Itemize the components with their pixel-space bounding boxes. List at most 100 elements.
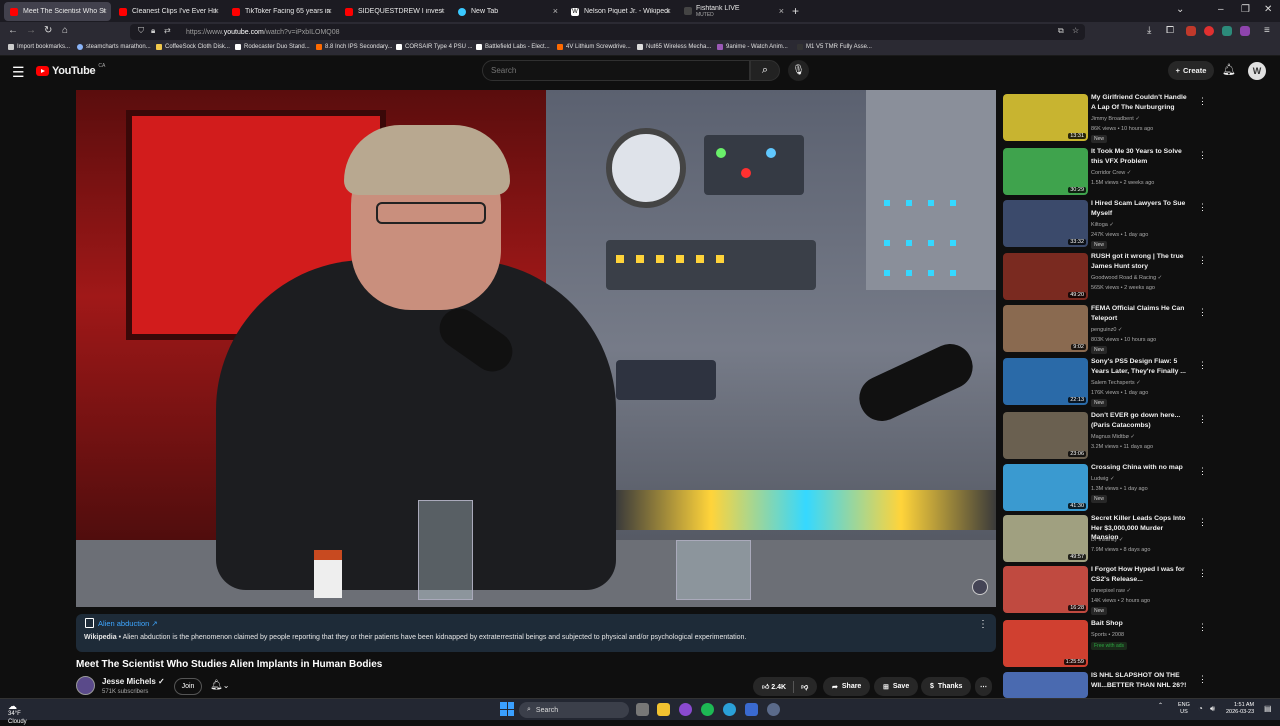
- recommended-video[interactable]: 13:31 My Girlfriend Couldn't Handle A La…: [1003, 93, 1273, 143]
- new-tab-button[interactable]: +: [792, 4, 799, 18]
- browser-icon[interactable]: [723, 703, 736, 716]
- more-actions-button[interactable]: ⋯: [975, 677, 992, 696]
- recommended-title[interactable]: I Forgot How Hyped I was for CS2's Relea…: [1091, 565, 1187, 584]
- video-player[interactable]: [76, 90, 996, 607]
- recommended-video[interactable]: 41:30 Crossing China with no map Ludwig …: [1003, 464, 1273, 512]
- permissions-icon[interactable]: ⇄: [164, 26, 171, 35]
- weather-widget[interactable]: ☁︎ 34°F Cloudy: [8, 702, 27, 726]
- browser-tab[interactable]: Fishtank LIVE MUTED ×: [678, 2, 788, 21]
- tray-chevron-icon[interactable]: ⌃: [1158, 702, 1163, 709]
- bookmark-item[interactable]: Import bookmarks...: [8, 44, 70, 50]
- start-menu-icon[interactable]: [500, 702, 514, 716]
- voice-search-button[interactable]: 🎙︎: [788, 60, 809, 81]
- recommended-video[interactable]: 49:57 Secret Killer Leads Cops Into Her …: [1003, 515, 1273, 563]
- picture-in-picture-icon[interactable]: ⧉: [1058, 26, 1064, 36]
- volume-icon[interactable]: 🔊︎: [1210, 704, 1215, 714]
- recommended-title[interactable]: I Hired Scam Lawyers To Sue Myself: [1091, 199, 1187, 218]
- save-button[interactable]: ⊞ Save: [874, 677, 919, 696]
- bookmark-item[interactable]: Battlefield Labs - Elect...: [476, 44, 550, 50]
- create-button[interactable]: + Create: [1168, 61, 1214, 80]
- video-thumbnail[interactable]: 41:30: [1003, 464, 1088, 511]
- tab-list-chevron-icon[interactable]: ⌄: [1176, 4, 1184, 15]
- share-button[interactable]: ➦ Share: [823, 677, 871, 696]
- menu-hamburger-icon[interactable]: ≡: [1264, 25, 1270, 36]
- subscription-bell-button[interactable]: 🔔︎⌄: [210, 680, 229, 691]
- channel-avatar[interactable]: [76, 676, 95, 695]
- browser-tab[interactable]: Meet The Scientist Who Studie×: [4, 2, 111, 21]
- bookmark-star-icon[interactable]: ☆: [1072, 26, 1079, 35]
- more-options-icon[interactable]: ⋮: [1198, 414, 1207, 425]
- forward-arrow-icon[interactable]: →: [26, 25, 36, 36]
- extension-icon[interactable]: [1222, 26, 1232, 36]
- recommended-title[interactable]: My Girlfriend Couldn't Handle A Lap Of T…: [1091, 93, 1187, 112]
- browser-tab[interactable]: New Tab ×: [452, 2, 562, 21]
- wifi-icon[interactable]: ◔: [1198, 704, 1203, 713]
- recommended-title[interactable]: IS NHL SLAPSHOT ON THE WII...BETTER THAN…: [1091, 672, 1187, 690]
- reload-icon[interactable]: ↻: [44, 25, 52, 36]
- extension-icon[interactable]: [1186, 26, 1196, 36]
- video-thumbnail[interactable]: 13:31: [1003, 94, 1088, 141]
- recommended-video[interactable]: 16:28 I Forgot How Hyped I was for CS2's…: [1003, 565, 1273, 615]
- close-tab-icon[interactable]: ×: [666, 6, 671, 16]
- bookmark-item[interactable]: CORSAIR Type 4 PSU ...: [396, 44, 473, 50]
- video-thumbnail[interactable]: 23:06: [1003, 412, 1088, 459]
- more-options-icon[interactable]: ⋮: [1198, 202, 1207, 213]
- more-options-icon[interactable]: ⋮: [1198, 568, 1207, 579]
- video-thumbnail[interactable]: 49:20: [1003, 253, 1088, 300]
- more-options-icon[interactable]: ⋮: [1198, 517, 1207, 528]
- close-tab-icon[interactable]: ×: [214, 6, 219, 16]
- join-button[interactable]: Join: [174, 678, 202, 695]
- close-tab-icon[interactable]: ×: [102, 6, 107, 16]
- app-icon[interactable]: [745, 703, 758, 716]
- account-avatar[interactable]: W: [1248, 62, 1266, 80]
- browser-tab[interactable]: SIDEQUESTDREW I investigate×: [339, 2, 449, 21]
- recommended-title[interactable]: It Took Me 30 Years to Solve this VFX Pr…: [1091, 147, 1187, 166]
- more-options-icon[interactable]: ⋮: [1198, 96, 1207, 107]
- channel-watermark-icon[interactable]: [972, 579, 988, 595]
- dislike-button[interactable]: 👎︎: [801, 682, 808, 691]
- settings-gear-icon[interactable]: [767, 703, 780, 716]
- lock-icon[interactable]: 🔒︎: [151, 26, 155, 36]
- bookmark-item[interactable]: Nut65 Wireless Mecha...: [637, 44, 711, 50]
- bookmark-item[interactable]: M1 V5 TMR Fully Asse...: [797, 44, 872, 50]
- like-button[interactable]: 👍︎ 2.4K: [762, 682, 786, 691]
- more-options-icon[interactable]: ⋮: [978, 619, 988, 630]
- notifications-bell-icon[interactable]: 🔔︎: [1222, 63, 1236, 76]
- recommended-video[interactable]: 23:06 Don't EVER go down here... (Paris …: [1003, 412, 1273, 460]
- recommended-video[interactable]: 33:32 I Hired Scam Lawyers To Sue Myself…: [1003, 199, 1273, 249]
- extension-icon[interactable]: [1240, 26, 1250, 36]
- recommended-title[interactable]: Sony's PS5 Design Flaw: 5 Years Later, T…: [1091, 357, 1187, 376]
- recommended-title[interactable]: FEMA Official Claims He Can Teleport: [1091, 304, 1187, 323]
- bookmark-item[interactable]: steamcharts marathon...: [77, 44, 151, 50]
- app-icon[interactable]: [679, 703, 692, 716]
- video-thumbnail[interactable]: [1003, 672, 1088, 698]
- close-tab-icon[interactable]: ×: [779, 6, 784, 16]
- back-arrow-icon[interactable]: ←: [8, 25, 18, 36]
- bookmark-item[interactable]: 8.8 Inch IPS Secondary...: [316, 44, 393, 50]
- system-clock[interactable]: 1:51 AM 2026-03-23: [1226, 702, 1254, 716]
- recommended-video[interactable]: 30:29 It Took Me 30 Years to Solve this …: [1003, 148, 1273, 196]
- video-thumbnail[interactable]: 16:28: [1003, 566, 1088, 613]
- recommended-video[interactable]: 9:02 FEMA Official Claims He Can Telepor…: [1003, 304, 1273, 354]
- recommended-title[interactable]: RUSH got it wrong | The true James Hunt …: [1091, 252, 1187, 271]
- notification-center-icon[interactable]: ▤: [1264, 704, 1272, 713]
- recommended-video[interactable]: 22:13 Sony's PS5 Design Flaw: 5 Years La…: [1003, 357, 1273, 407]
- video-thumbnail[interactable]: 22:13: [1003, 358, 1088, 405]
- language-indicator[interactable]: ENG US: [1178, 702, 1190, 716]
- file-explorer-icon[interactable]: [657, 703, 670, 716]
- more-options-icon[interactable]: ⋮: [1198, 150, 1207, 161]
- more-options-icon[interactable]: ⋮: [1198, 674, 1207, 685]
- bookmark-item[interactable]: 9anime - Watch Anim...: [717, 44, 788, 50]
- video-thumbnail[interactable]: 49:57: [1003, 515, 1088, 562]
- maximize-window-icon[interactable]: ❐: [1241, 4, 1250, 15]
- shield-icon[interactable]: ⛉: [138, 26, 144, 36]
- recommended-title[interactable]: Crossing China with no map: [1091, 463, 1187, 473]
- bookmark-item[interactable]: 4V Lithium Screwdrive...: [557, 44, 631, 50]
- recommended-movie[interactable]: 1:25:59 Bait Shop Sports • 2008 Free wit…: [1003, 620, 1273, 668]
- info-panel-title[interactable]: Alien abduction ↗: [98, 619, 158, 628]
- video-thumbnail[interactable]: 1:25:59: [1003, 620, 1088, 667]
- browser-tab[interactable]: Cleanest Clips I've Ever Hit... (Al×: [113, 2, 223, 21]
- extension-icon[interactable]: [1204, 26, 1214, 36]
- spotify-icon[interactable]: [701, 703, 714, 716]
- home-icon[interactable]: ⌂: [62, 25, 68, 36]
